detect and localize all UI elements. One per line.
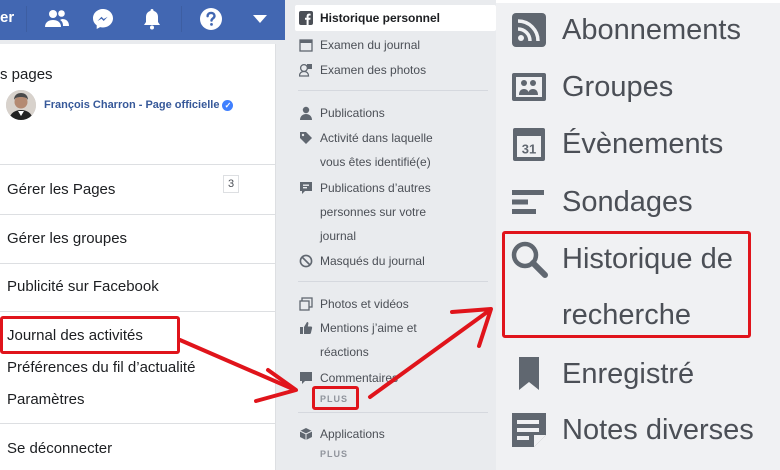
sidebar-item-label: Mentions j’aime et [320, 320, 417, 335]
apps-cube-icon [298, 426, 313, 441]
timeline-review-icon [298, 37, 313, 52]
pages-section-title: s pages [0, 66, 53, 83]
menu-divider [0, 263, 276, 264]
sidebar-item-historique-personnel[interactable]: Historique personnel [298, 10, 440, 25]
menu-item-manage-groups[interactable]: Gérer les groupes [7, 230, 127, 247]
calendar-day-number: 31 [522, 142, 536, 157]
menu-row-label: Notes diverses [562, 413, 754, 446]
friend-requests-icon[interactable] [43, 5, 71, 33]
speech-bubble-icon [298, 180, 313, 195]
menu-item-facebook-ads[interactable]: Publicité sur Facebook [7, 278, 159, 295]
facebook-top-bar: er [0, 0, 285, 40]
menu-row-label: Sondages [562, 185, 693, 218]
photo-review-icon [298, 62, 313, 77]
sidebar-item-label-continued[interactable]: personnes sur votre [320, 205, 426, 219]
sidebar-item-label: Commentaires [320, 370, 399, 385]
menu-divider [0, 214, 276, 215]
rss-feed-icon [510, 11, 548, 49]
menu-item-news-feed-preferences[interactable]: Préférences du fil d’actualité [7, 359, 195, 376]
sidebar-item-label: Applications [320, 426, 385, 441]
menu-row-evenements[interactable]: 31 Évènements [510, 125, 723, 163]
polls-icon [510, 183, 548, 221]
sidebar-item-commentaires[interactable]: Commentaires [298, 370, 398, 385]
menu-row-label: Abonnements [562, 13, 741, 46]
sidebar-divider [298, 281, 488, 282]
sidebar-item-label: Examen des photos [320, 62, 427, 77]
menu-divider [0, 164, 276, 165]
menu-item-manage-pages[interactable]: Gérer les Pages [7, 181, 115, 198]
messenger-icon[interactable] [89, 5, 117, 33]
person-icon [298, 105, 313, 120]
sidebar-item-label: Photos et vidéos [320, 296, 409, 311]
comment-icon [298, 370, 313, 385]
sidebar-item-publications[interactable]: Publications [298, 105, 385, 120]
menu-row-enregistre[interactable]: Enregistré [510, 355, 694, 393]
sidebar-item-identifie[interactable]: Activité dans laquelle [298, 130, 433, 145]
plus-expand-link[interactable]: PLUS [320, 449, 348, 459]
hidden-prohibited-icon [298, 253, 313, 268]
notes-icon [510, 411, 548, 449]
sidebar-item-examen-journal[interactable]: Examen du journal [298, 37, 420, 52]
facebook-account-menu-panel: er s pages François Charron - Page offic… [0, 0, 285, 470]
photos-icon [298, 296, 313, 311]
sidebar-item-masques[interactable]: Masqués du journal [298, 253, 425, 268]
account-dropdown-caret-icon[interactable] [246, 5, 274, 33]
menu-row-label: Évènements [562, 127, 724, 160]
menu-row-sondages[interactable]: Sondages [510, 183, 693, 221]
thumbs-up-icon [298, 320, 313, 335]
sidebar-item-mentions-jaime[interactable]: Mentions j’aime et [298, 320, 417, 335]
topbar-divider [181, 6, 182, 32]
bookmark-saved-icon [510, 355, 548, 393]
sidebar-item-label: Publications d’autres [320, 180, 431, 195]
sidebar-item-label-continued[interactable]: réactions [320, 345, 369, 359]
menu-row-label: Groupes [562, 70, 674, 103]
calendar-icon: 31 [510, 125, 548, 163]
top-strip [496, 0, 780, 3]
help-question-icon[interactable] [197, 5, 225, 33]
sidebar-item-label: Examen du journal [320, 37, 421, 52]
tag-icon [298, 130, 313, 145]
sidebar-item-label: Masqués du journal [320, 253, 425, 268]
brand-text: er [0, 9, 15, 26]
page-name-text: François Charron - Page officielle [44, 99, 220, 111]
menu-item-settings[interactable]: Paramètres [7, 391, 85, 408]
sidebar-item-label-continued[interactable]: journal [320, 229, 356, 243]
sidebar-item-label: Publications [320, 105, 385, 120]
page-notification-count: 3 [223, 175, 239, 193]
groups-icon [510, 68, 548, 106]
menu-row-notes[interactable]: Notes diverses [510, 411, 754, 449]
highlight-box-plus [312, 386, 359, 410]
menu-divider [0, 311, 276, 312]
menu-item-log-out[interactable]: Se déconnecter [7, 440, 112, 457]
facebook-logo-icon [298, 10, 313, 25]
sidebar-item-label: Historique personnel [320, 10, 441, 25]
menu-row-label: Enregistré [562, 357, 695, 390]
topbar-divider [26, 6, 27, 32]
sidebar-divider [298, 90, 488, 91]
highlight-box-journal-des-activites [0, 316, 180, 354]
menu-row-abonnements[interactable]: Abonnements [510, 11, 741, 49]
account-dropdown-menu: s pages François Charron - Page officiel… [0, 44, 276, 470]
verified-badge-icon: ✓ [222, 99, 234, 111]
highlight-box-historique-recherche [502, 231, 751, 338]
avatar[interactable] [6, 90, 36, 120]
sidebar-item-label: Activité dans laquelle [320, 130, 433, 145]
sidebar-item-label-continued[interactable]: vous êtes identifié(e) [320, 155, 431, 169]
sidebar-item-applications[interactable]: Applications [298, 426, 385, 441]
menu-row-groupes[interactable]: Groupes [510, 68, 673, 106]
sidebar-item-photos-videos[interactable]: Photos et vidéos [298, 296, 409, 311]
sidebar-divider [298, 412, 488, 413]
page-link-francois-charron[interactable]: François Charron - Page officielle ✓ [44, 99, 234, 111]
sidebar-item-examen-photos[interactable]: Examen des photos [298, 62, 426, 77]
sidebar-item-publications-autres[interactable]: Publications d’autres [298, 180, 431, 195]
notifications-bell-icon[interactable] [138, 5, 166, 33]
menu-divider [0, 423, 276, 424]
